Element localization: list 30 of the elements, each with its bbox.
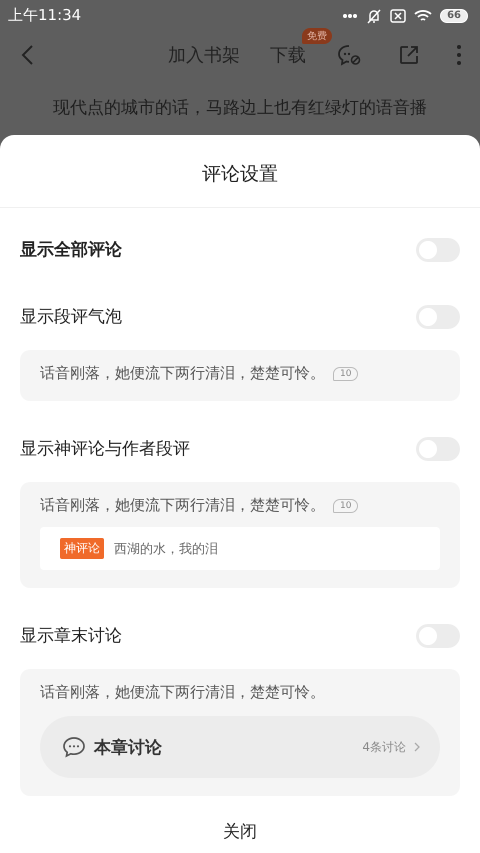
wifi-icon bbox=[414, 8, 432, 23]
sample-text: 话音刚落，她便流下两行清泪，楚楚可怜。 bbox=[40, 683, 325, 702]
discussion-title: 本章讨论 bbox=[94, 736, 162, 758]
back-icon[interactable] bbox=[20, 44, 34, 66]
sim-off-icon bbox=[390, 8, 406, 23]
god-comment-text: 西湖的水，我的泪 bbox=[114, 540, 218, 558]
sheet-title: 评论设置 bbox=[0, 135, 480, 208]
sample-text: 话音刚落，她便流下两行清泪，楚楚可怜。 bbox=[40, 496, 325, 515]
setting-label: 显示章末讨论 bbox=[20, 625, 122, 647]
comment-count-bubble: 10 bbox=[333, 366, 358, 380]
free-badge: 免费 bbox=[302, 28, 332, 44]
more-dots-icon bbox=[342, 12, 358, 19]
chapter-discussion-bar[interactable]: 本章讨论 4条讨论 bbox=[40, 716, 440, 778]
setting-label: 显示段评气泡 bbox=[20, 306, 122, 328]
muted-bell-icon bbox=[366, 8, 382, 24]
setting-label: 显示全部评论 bbox=[20, 239, 122, 261]
battery-level: 66 bbox=[440, 8, 468, 23]
setting-label: 显示神评论与作者段评 bbox=[20, 438, 190, 460]
comment-count-bubble: 10 bbox=[333, 498, 358, 512]
sample-text: 话音刚落，她便流下两行清泪，楚楚可怜。 bbox=[40, 364, 325, 383]
status-time: 上午11:34 bbox=[8, 6, 82, 26]
chevron-right-icon bbox=[414, 742, 420, 752]
chat-bubble-icon bbox=[62, 736, 86, 758]
comment-settings-icon[interactable] bbox=[336, 43, 362, 68]
reader-text: 现代点的城市的话，马路边上也有红绿灯的语音播 bbox=[52, 96, 428, 119]
more-icon[interactable] bbox=[456, 44, 462, 66]
discussion-count: 4条讨论 bbox=[362, 738, 406, 756]
share-icon[interactable] bbox=[398, 44, 420, 66]
god-comment-tag: 神评论 bbox=[60, 538, 104, 559]
close-button[interactable]: 关闭 bbox=[0, 810, 480, 853]
